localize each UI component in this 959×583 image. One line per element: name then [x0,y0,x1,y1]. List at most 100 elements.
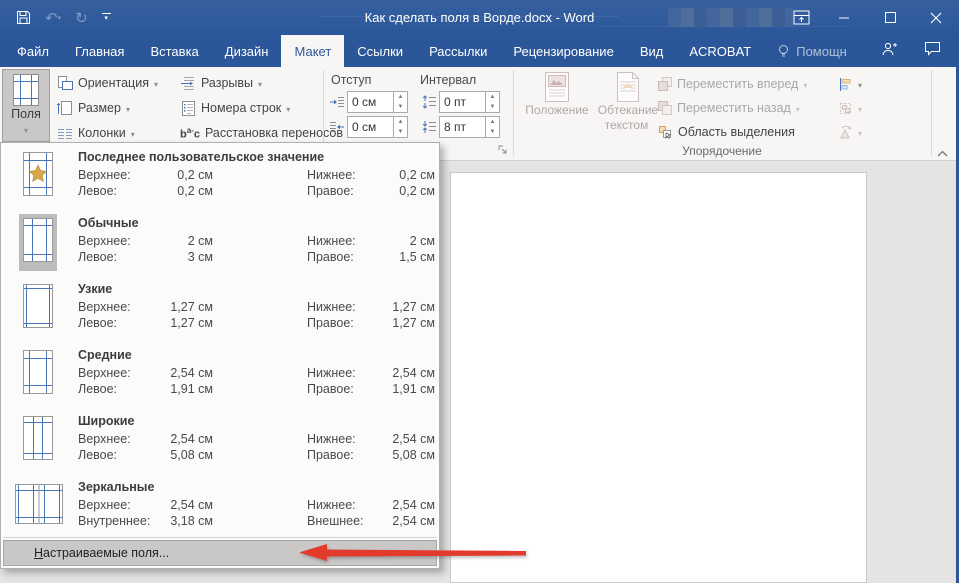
dropdown-caret-icon [803,77,807,91]
dropdown-caret-icon [858,125,862,139]
tab-design[interactable]: Дизайн [212,35,282,67]
align-objects-button[interactable] [838,73,862,95]
tab-home[interactable]: Главная [62,35,137,67]
spinner-arrows[interactable]: ▲▼ [394,91,408,113]
dropdown-caret-icon [796,101,800,115]
margin-narrow-icon [19,280,57,337]
save-icon[interactable] [16,10,31,25]
bring-forward-icon [658,77,672,91]
selection-pane-icon [658,125,673,140]
margin-wide-icon [19,412,57,469]
send-backward-icon [658,101,672,115]
indent-right-icon [330,116,347,138]
bring-forward-button[interactable]: Переместить вперед [658,73,807,95]
indent-right-field[interactable]: 0 см ▲▼ [330,116,408,138]
share-icon[interactable] [881,41,898,62]
line-numbers-icon [180,101,196,116]
redacted-user-area [668,8,793,27]
tab-review[interactable]: Рецензирование [500,35,626,67]
tab-mailings[interactable]: Рассылки [416,35,500,67]
breaks-button[interactable]: Разрывы [180,72,262,94]
tab-references[interactable]: Ссылки [344,35,416,67]
minimize-button[interactable] [821,0,867,35]
ribbon-display-options-icon[interactable] [781,0,821,35]
tab-insert[interactable]: Вставка [137,35,211,67]
customize-qat-icon[interactable]: ▾ [102,13,111,22]
tab-acrobat[interactable]: ACROBAT [676,35,764,67]
custom-margins-item[interactable]: Настраиваемые поля... [3,540,437,566]
dropdown-caret-icon [858,101,862,115]
dropdown-caret-icon [286,101,290,115]
dropdown-caret-icon [154,76,158,90]
page-size-icon [57,101,73,116]
group-icon [838,101,853,116]
wrap-text-button[interactable]: Обтекание текстом [597,72,659,138]
indent-left-icon [330,91,347,113]
hyphenation-button[interactable]: ba-c Расстановка переносов [180,122,352,144]
spinner-arrows[interactable]: ▲▼ [486,116,500,138]
tab-view[interactable]: Вид [627,35,677,67]
ribbon-tab-bar: Файл Главная Вставка Дизайн Макет Ссылки… [0,35,959,67]
dropdown-caret-icon [126,101,130,115]
maximize-button[interactable] [867,0,913,35]
indent-left-field[interactable]: 0 см ▲▼ [330,91,408,113]
group-objects-button[interactable] [838,97,862,119]
margin-preset-mirrored[interactable]: Зеркальные Верхнее:2,54 смНижнее:2,54 см… [3,477,437,541]
redo-icon[interactable]: ↻ [75,9,88,27]
margins-dropdown-menu: Последнее пользовательское значение Верх… [0,142,440,569]
orientation-button[interactable]: Ориентация [57,72,158,94]
page-break-icon [180,76,196,91]
spinner-arrows[interactable]: ▲▼ [394,116,408,138]
wrap-text-icon [616,72,640,102]
title-bar: ↶▾ ↻ ▾ Как сделать поля в Ворде.docx - W… [0,0,959,35]
margin-mirrored-icon [11,478,67,535]
comments-icon[interactable] [924,41,941,61]
margin-preset-last-custom[interactable]: Последнее пользовательское значение Верх… [3,147,437,211]
send-backward-button[interactable]: Переместить назад [658,97,800,119]
margin-preset-narrow[interactable]: Узкие Верхнее:1,27 смНижнее:1,27 см Лево… [3,279,437,343]
lightbulb-icon [777,44,790,59]
selection-pane-button[interactable]: Область выделения [658,121,795,143]
collapse-ribbon-icon[interactable] [936,145,949,163]
orientation-icon [57,76,73,91]
spacing-before-icon [422,91,439,113]
margins-button[interactable]: Поля [2,69,50,142]
spacing-after-field[interactable]: 8 пт ▲▼ [422,116,500,138]
undo-icon[interactable]: ↶▾ [45,9,61,27]
margin-custom-icon [19,148,57,205]
close-button[interactable] [913,0,959,35]
arrange-group-label: Упорядочение [513,144,931,158]
tab-layout[interactable]: Макет [281,35,344,67]
spinner-arrows[interactable]: ▲▼ [486,91,500,113]
margin-preset-moderate[interactable]: Средние Верхнее:2,54 смНижнее:2,54 см Ле… [3,345,437,409]
position-button[interactable]: Положение [517,72,597,138]
hyphenation-icon: ba-c [180,126,200,141]
spacing-label: Интервал [420,73,476,87]
columns-button[interactable]: Колонки [57,122,135,144]
align-icon [838,77,853,92]
position-icon [544,72,570,102]
dropdown-caret-icon [858,77,862,91]
quick-access-toolbar: ↶▾ ↻ ▾ [16,0,111,35]
margin-preset-wide[interactable]: Широкие Верхнее:2,54 смНижнее:2,54 см Ле… [3,411,437,475]
indent-label: Отступ [331,73,371,87]
size-button[interactable]: Размер [57,97,130,119]
menu-separator [3,537,437,538]
spacing-after-icon [422,116,439,138]
columns-icon [57,126,73,141]
tab-file[interactable]: Файл [4,35,62,67]
tab-tell-me[interactable]: Помощн [764,35,860,67]
margin-preset-normal[interactable]: Обычные Верхнее:2 смНижнее:2 см Левое:3 … [3,213,437,277]
margin-moderate-icon [19,346,57,403]
rotate-icon [838,125,853,140]
margin-normal-icon [19,214,57,271]
titlebar-pattern [320,16,620,17]
document-page[interactable] [450,172,867,583]
spacing-before-field[interactable]: 0 пт ▲▼ [422,91,500,113]
line-numbers-button[interactable]: Номера строк [180,97,290,119]
dropdown-caret-icon [258,76,262,90]
dropdown-caret-icon [131,126,135,140]
rotate-objects-button[interactable] [838,121,862,143]
paragraph-dialog-launcher-icon[interactable] [497,143,509,161]
margins-icon [12,74,40,106]
